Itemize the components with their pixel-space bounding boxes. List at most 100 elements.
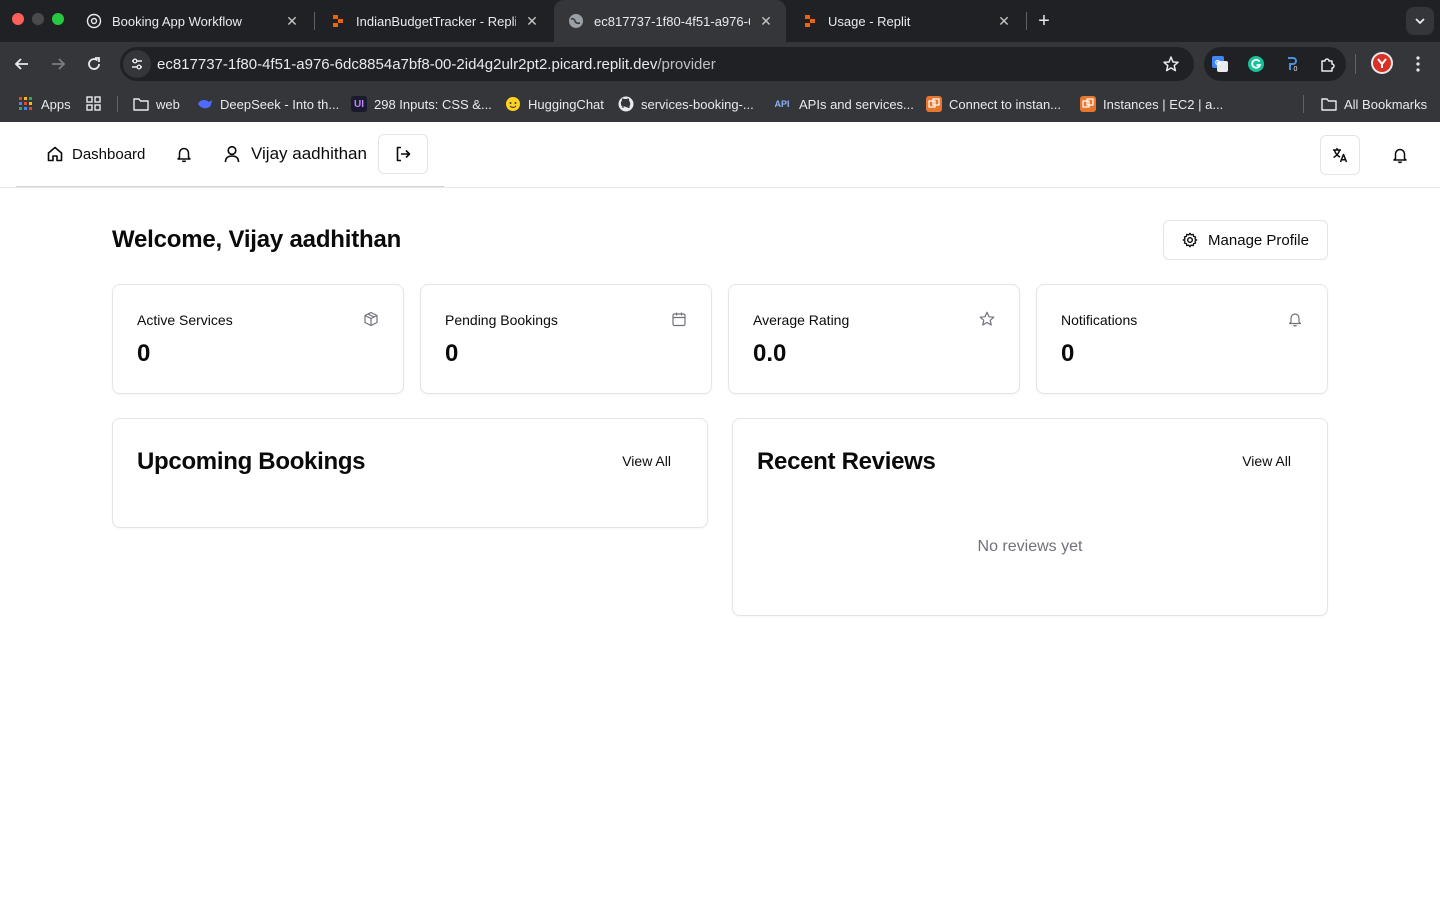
upcoming-view-all-button[interactable]: View All [622, 453, 671, 469]
back-button[interactable] [10, 52, 34, 76]
reviews-view-all-button[interactable]: View All [1242, 453, 1291, 469]
bookmark-connect-instance[interactable]: Connect to instan... [926, 94, 1061, 114]
stat-label: Average Rating [753, 312, 850, 328]
tab-groups-button[interactable] [86, 94, 109, 114]
more-vertical-icon [1416, 56, 1420, 72]
reload-icon [88, 57, 100, 70]
extensions-group: G 0 [1204, 47, 1346, 81]
user-icon [224, 145, 240, 163]
google-translate-icon[interactable]: G [1211, 55, 1229, 73]
nav-user-profile[interactable]: Vijay aadhithan [222, 142, 367, 166]
huggingface-icon [505, 96, 521, 112]
nav-dashboard-label: Dashboard [72, 145, 146, 163]
stat-value: 0 [137, 340, 151, 367]
svg-text:0: 0 [1294, 66, 1298, 73]
bookmark-apps[interactable]: Apps [18, 94, 71, 114]
bookmark-deepseek[interactable]: DeepSeek - Into th... [197, 94, 339, 114]
browser-tab[interactable]: IndianBudgetTracker - Replit ✕ [316, 0, 552, 42]
bookmark-label: 298 Inputs: CSS &... [374, 96, 492, 112]
url-path: /provider [657, 55, 716, 73]
calendar-icon [671, 311, 687, 327]
forward-button[interactable] [46, 52, 70, 76]
package-icon [363, 311, 379, 327]
openai-icon [86, 13, 102, 29]
bookmark-apis-services[interactable]: API APIs and services... [772, 94, 914, 114]
nav-dashboard-link[interactable]: Dashboard [46, 144, 145, 164]
toolbar-divider [1355, 54, 1356, 74]
svg-text:G: G [1215, 60, 1221, 67]
arrow-right-icon [52, 58, 66, 70]
close-tab-icon[interactable]: ✕ [996, 13, 1012, 29]
browser-menu-button[interactable] [1408, 52, 1428, 76]
browser-tab-active[interactable]: ec817737-1f80-4f51-a976-6dc ✕ [554, 0, 786, 42]
tab-title: Usage - Replit [828, 13, 911, 29]
new-tab-icon[interactable]: + [1034, 10, 1054, 32]
app-navbar: Dashboard Vijay aadhithan [0, 122, 1440, 188]
bookmark-label: DeepSeek - Into th... [220, 96, 340, 112]
puzzle-icon[interactable] [1319, 55, 1337, 73]
apps-grid-icon [18, 96, 34, 112]
close-tab-icon[interactable]: ✕ [284, 13, 300, 29]
site-info-icon[interactable] [123, 50, 151, 78]
address-bar[interactable]: ec817737-1f80-4f51-a976-6dc8854a7bf8-00-… [120, 47, 1194, 81]
browser-tab[interactable]: Usage - Replit ✕ [788, 0, 1024, 42]
window-maximize-button[interactable] [52, 13, 64, 25]
nav-notifications-button[interactable] [175, 145, 193, 163]
language-button[interactable] [1320, 135, 1360, 175]
reload-button[interactable] [82, 52, 106, 76]
stat-value: 0 [445, 340, 459, 367]
header-notifications-button[interactable] [1391, 146, 1409, 164]
bookmark-github[interactable]: services-booking-... [618, 94, 754, 114]
logout-button[interactable] [378, 134, 428, 174]
bookmark-ec2-instances[interactable]: Instances | EC2 | a... [1080, 94, 1223, 114]
stat-value: 0.0 [753, 340, 787, 367]
stat-value: 0 [1061, 340, 1075, 367]
bookmark-label: APIs and services... [799, 96, 914, 112]
bookmark-label: services-booking-... [641, 96, 754, 112]
folder-icon [1321, 96, 1337, 112]
reviews-empty-state: No reviews yet [977, 538, 1083, 555]
deepseek-icon [197, 96, 213, 112]
upcoming-bookings-title: Upcoming Bookings [137, 448, 366, 475]
translate-icon [1333, 148, 1348, 163]
tab-title: ec817737-1f80-4f51-a976-6dc [594, 13, 750, 29]
manage-profile-button[interactable]: Manage Profile [1163, 220, 1328, 260]
tab-search-button[interactable] [1406, 7, 1434, 35]
logout-icon [396, 146, 411, 162]
api-icon: API [774, 99, 790, 109]
bookmark-star-icon[interactable] [1162, 55, 1180, 78]
nav-user-name: Vijay aadhithan [251, 144, 367, 163]
close-tab-icon[interactable]: ✕ [524, 13, 540, 29]
bookmark-folder-web[interactable]: web [133, 94, 180, 114]
tab-title: Booking App Workflow [112, 13, 242, 29]
bookmark-label: web [156, 96, 180, 112]
bell-icon [177, 147, 191, 163]
bookmark-huggingchat[interactable]: HuggingChat [505, 94, 604, 114]
replit-icon [330, 13, 346, 29]
recent-reviews-title: Recent Reviews [757, 448, 936, 475]
window-minimize-button[interactable] [32, 13, 44, 25]
bell-icon [1393, 148, 1407, 164]
bookmark-label: Instances | EC2 | a... [1103, 96, 1224, 112]
bookmark-label: Apps [41, 96, 71, 112]
close-tab-icon[interactable]: ✕ [758, 13, 774, 29]
star-icon [979, 311, 995, 327]
bookmark-css-inputs[interactable]: UI 298 Inputs: CSS &... [351, 94, 492, 114]
all-bookmarks-button[interactable]: All Bookmarks [1321, 94, 1427, 114]
globe-icon [568, 13, 584, 29]
bookmark-label: Connect to instan... [949, 96, 1062, 112]
browser-tab[interactable]: Booking App Workflow ✕ [72, 0, 312, 42]
stat-label: Active Services [137, 312, 233, 328]
stat-card-pending-bookings: Pending Bookings 0 [420, 284, 712, 394]
extension-badge-icon[interactable]: 0 [1283, 55, 1301, 73]
tab-groups-icon [86, 96, 102, 112]
replit-icon [802, 13, 818, 29]
nav-underline [16, 186, 444, 187]
profile-avatar[interactable] [1371, 52, 1393, 74]
grammarly-icon[interactable] [1247, 55, 1265, 73]
bookmark-label: HuggingChat [528, 96, 604, 112]
window-close-button[interactable] [12, 13, 24, 25]
gear-icon [1182, 232, 1198, 248]
upcoming-bookings-card: Upcoming Bookings View All [112, 418, 708, 528]
chevron-down-icon [1415, 18, 1425, 25]
